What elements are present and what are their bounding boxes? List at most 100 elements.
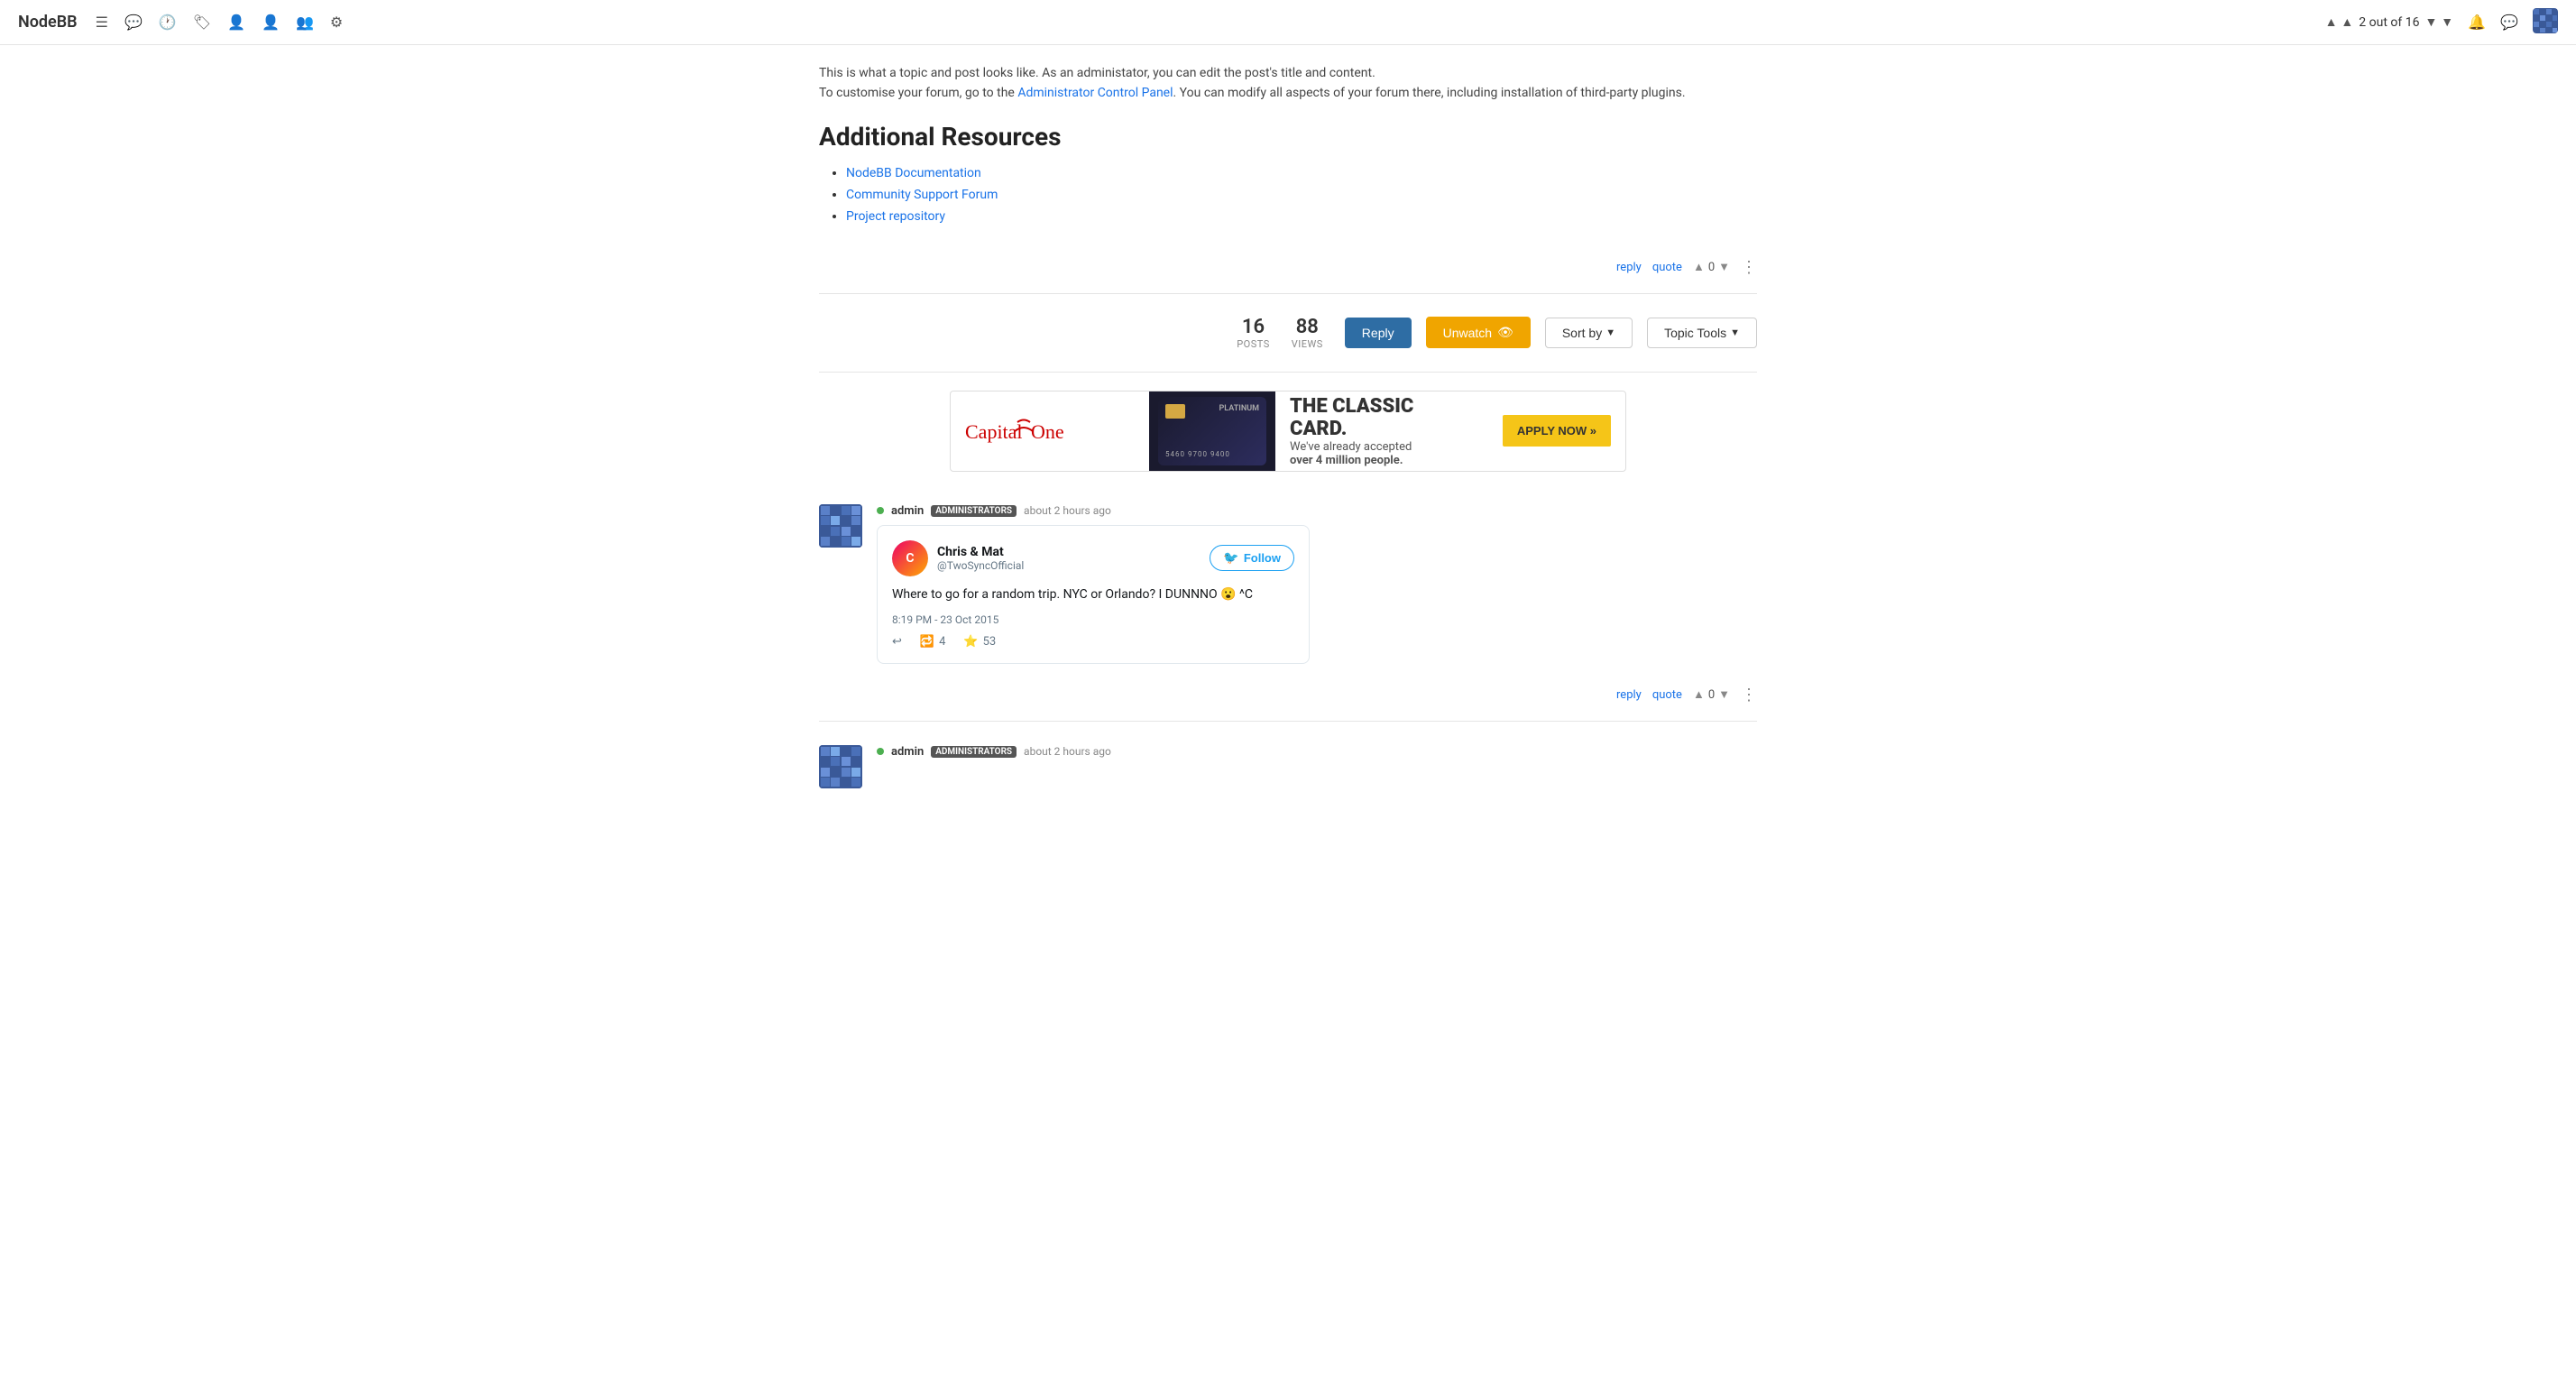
downvote-btn-second[interactable]: ▼ bbox=[1718, 687, 1730, 702]
divider-2 bbox=[819, 372, 1757, 373]
post-intro-text: This is what a topic and post looks like… bbox=[819, 63, 1757, 104]
post-time-2: about 2 hours ago bbox=[1024, 745, 1111, 758]
users-icon[interactable]: 👤 bbox=[262, 14, 280, 31]
retweet-count: 4 bbox=[939, 635, 945, 649]
downvote-btn-first[interactable]: ▼ bbox=[1718, 260, 1730, 274]
tweet-card: C Chris & Mat @TwoSyncOfficial 🐦 Follow … bbox=[877, 525, 1310, 664]
more-options-btn-second[interactable]: ⋮ bbox=[1741, 686, 1757, 705]
hamburger-icon[interactable]: ☰ bbox=[96, 14, 108, 31]
bell-icon[interactable]: 🔔 bbox=[2468, 14, 2486, 31]
post-body-1: admin ADMINISTRATORS about 2 hours ago C… bbox=[877, 504, 1757, 664]
ad-subtitle-strong: over 4 million people. bbox=[1290, 454, 1403, 467]
list-item: Project repository bbox=[846, 209, 1757, 224]
resource-list: NodeBB Documentation Community Support F… bbox=[819, 166, 1757, 224]
tweet-text: Where to go for a random trip. NYC or Or… bbox=[892, 585, 1294, 604]
popular-icon[interactable]: 👤 bbox=[227, 14, 245, 31]
ad-apply-button[interactable]: APPLY NOW » bbox=[1503, 415, 1611, 447]
pager-up-icon[interactable]: ▲ bbox=[2325, 14, 2338, 30]
online-indicator-2 bbox=[877, 748, 884, 755]
tweet-content: Where to go for a random trip. NYC or Or… bbox=[892, 587, 1253, 602]
tweet-actions: ↩ 🔁 4 ⭐ 53 bbox=[892, 635, 1294, 649]
twitter-bird-icon: 🐦 bbox=[1223, 550, 1238, 566]
project-repo-link[interactable]: Project repository bbox=[846, 209, 945, 224]
posts-label: POSTS bbox=[1237, 338, 1270, 350]
topic-tools-dropdown-icon: ▼ bbox=[1730, 327, 1740, 338]
chat-icon[interactable]: 💬 bbox=[2500, 14, 2518, 31]
post-time-1: about 2 hours ago bbox=[1024, 504, 1111, 517]
quote-link-first[interactable]: quote bbox=[1652, 261, 1682, 274]
ad-subtitle: We've already accepted over 4 million pe… bbox=[1290, 440, 1474, 467]
ad-title: THE CLASSIC CARD. bbox=[1290, 395, 1474, 440]
tweet-retweet-action[interactable]: 🔁 4 bbox=[920, 635, 946, 649]
retweet-icon: 🔁 bbox=[920, 635, 934, 649]
eye-icon: 👁 bbox=[1497, 325, 1513, 340]
ad-logo-area: Capital One bbox=[951, 404, 1149, 458]
upvote-btn-first[interactable]: ▲ bbox=[1693, 260, 1705, 274]
admin-icon[interactable]: ⚙ bbox=[330, 14, 343, 31]
quote-link-second[interactable]: quote bbox=[1652, 688, 1682, 702]
vote-area-second: ▲ 0 ▼ bbox=[1693, 687, 1730, 702]
post-actions-first: reply quote ▲ 0 ▼ ⋮ bbox=[819, 251, 1757, 284]
notifications-unread-icon[interactable]: 💬 bbox=[124, 14, 143, 31]
pager-down-icon[interactable]: ▼ bbox=[2441, 14, 2453, 30]
post-entry-2: admin ADMINISTRATORS about 2 hours ago bbox=[819, 731, 1757, 803]
tweet-like-action[interactable]: ⭐ 53 bbox=[963, 635, 996, 649]
capital-one-logo-svg: Capital One bbox=[965, 413, 1082, 449]
tweet-timestamp: 8:19 PM - 23 Oct 2015 bbox=[892, 613, 1294, 626]
admin-badge-1: ADMINISTRATORS bbox=[931, 505, 1017, 517]
intro-suffix: . You can modify all aspects of your for… bbox=[1173, 86, 1686, 100]
admin-badge-2: ADMINISTRATORS bbox=[931, 746, 1017, 758]
ad-content: THE CLASSIC CARD. We've already accepted… bbox=[1275, 391, 1488, 472]
sort-by-button[interactable]: Sort by ▼ bbox=[1545, 318, 1633, 348]
vote-count-second: 0 bbox=[1708, 688, 1715, 702]
svg-text:One: One bbox=[1031, 420, 1064, 443]
community-forum-link[interactable]: Community Support Forum bbox=[846, 188, 998, 202]
avatar-image-1 bbox=[819, 504, 862, 548]
intro-line1: This is what a topic and post looks like… bbox=[819, 63, 1757, 83]
tweet-header: C Chris & Mat @TwoSyncOfficial 🐦 Follow bbox=[892, 540, 1294, 576]
post-actions-second: reply quote ▲ 0 ▼ ⋮ bbox=[819, 678, 1757, 712]
tweet-avatar: C bbox=[892, 540, 928, 576]
tags-icon[interactable]: 🏷 bbox=[193, 14, 211, 31]
tweet-reply-action[interactable]: ↩ bbox=[892, 635, 902, 649]
views-count: 88 bbox=[1296, 316, 1319, 338]
post-username-2[interactable]: admin bbox=[891, 745, 924, 759]
intro-prefix: To customise your forum, go to the bbox=[819, 86, 1017, 100]
tweet-author-info: Chris & Mat @TwoSyncOfficial bbox=[937, 545, 1024, 572]
avatar-svg-2 bbox=[819, 745, 862, 788]
nodebb-docs-link[interactable]: NodeBB Documentation bbox=[846, 166, 981, 180]
pager-prev-icon[interactable]: ▲ bbox=[2341, 14, 2353, 30]
upvote-btn-second[interactable]: ▲ bbox=[1693, 687, 1705, 702]
post-avatar-2 bbox=[819, 745, 862, 788]
nav-right: ▲ ▲ 2 out of 16 ▼ ▼ 🔔 💬 bbox=[2325, 8, 2558, 37]
unwatch-button[interactable]: Unwatch 👁 bbox=[1426, 317, 1531, 348]
card-numbers: 5460 9700 9400 bbox=[1165, 450, 1259, 458]
nav-pager-arrows: ▲ ▲ bbox=[2325, 14, 2354, 30]
posts-count: 16 bbox=[1242, 316, 1265, 338]
pager-next-icon[interactable]: ▼ bbox=[2424, 14, 2437, 30]
unwatch-label: Unwatch bbox=[1443, 326, 1492, 340]
recent-icon[interactable]: 🕐 bbox=[159, 14, 177, 31]
star-icon: ⭐ bbox=[963, 635, 978, 649]
sort-by-dropdown-icon: ▼ bbox=[1605, 327, 1615, 338]
like-count: 53 bbox=[983, 635, 997, 649]
tweet-author-name: Chris & Mat bbox=[937, 545, 1024, 559]
groups-icon[interactable]: 👥 bbox=[296, 14, 314, 31]
topic-tools-button[interactable]: Topic Tools ▼ bbox=[1647, 318, 1757, 348]
divider-3 bbox=[819, 721, 1757, 722]
more-options-btn-first[interactable]: ⋮ bbox=[1741, 258, 1757, 277]
post-meta-1: admin ADMINISTRATORS about 2 hours ago bbox=[877, 504, 1757, 518]
main-content: This is what a topic and post looks like… bbox=[792, 45, 1784, 821]
nav-brand[interactable]: NodeBB bbox=[18, 13, 78, 32]
reply-link-second[interactable]: reply bbox=[1616, 688, 1642, 702]
list-item: Community Support Forum bbox=[846, 188, 1757, 202]
admin-control-panel-link[interactable]: Administrator Control Panel bbox=[1017, 86, 1173, 100]
reply-link-first[interactable]: reply bbox=[1616, 261, 1642, 274]
reply-button[interactable]: Reply bbox=[1345, 318, 1412, 348]
views-label: VIEWS bbox=[1292, 338, 1323, 350]
views-stat: 88 VIEWS bbox=[1292, 316, 1323, 350]
nav-pager: ▲ ▲ 2 out of 16 ▼ ▼ bbox=[2325, 14, 2454, 30]
post-username-1[interactable]: admin bbox=[891, 504, 924, 518]
user-avatar[interactable] bbox=[2533, 8, 2558, 37]
tweet-follow-button[interactable]: 🐦 Follow bbox=[1210, 545, 1294, 571]
